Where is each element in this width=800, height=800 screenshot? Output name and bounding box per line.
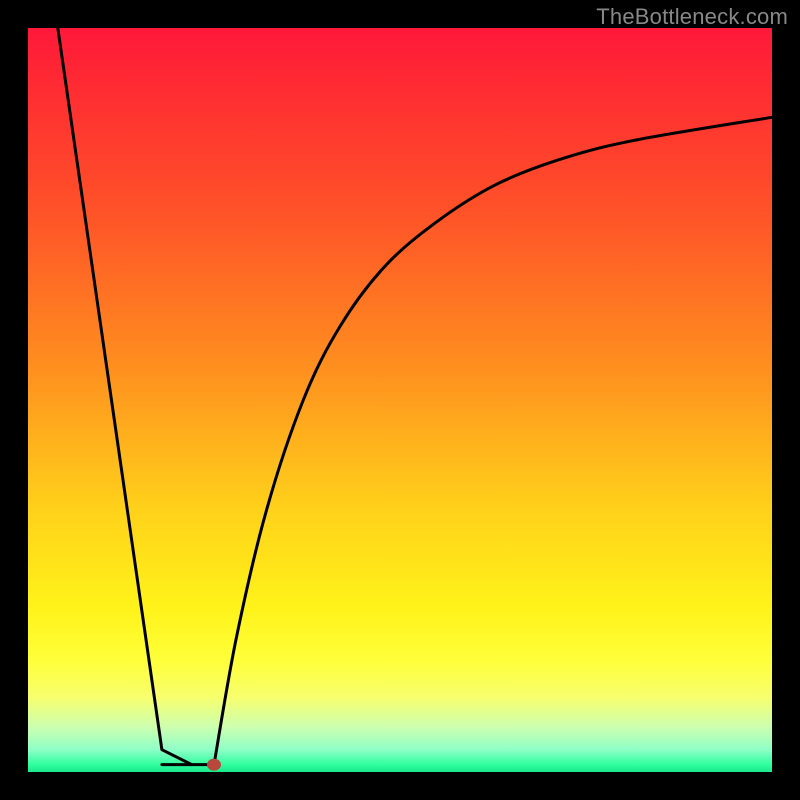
bottom-marker-dot [207, 759, 221, 771]
bottleneck-curve-right [214, 117, 772, 764]
bottleneck-curve-left [58, 28, 192, 765]
plot-area [28, 28, 772, 772]
curve-layer [28, 28, 772, 772]
chart-frame: TheBottleneck.com [0, 0, 800, 800]
watermark-text: TheBottleneck.com [596, 4, 788, 30]
